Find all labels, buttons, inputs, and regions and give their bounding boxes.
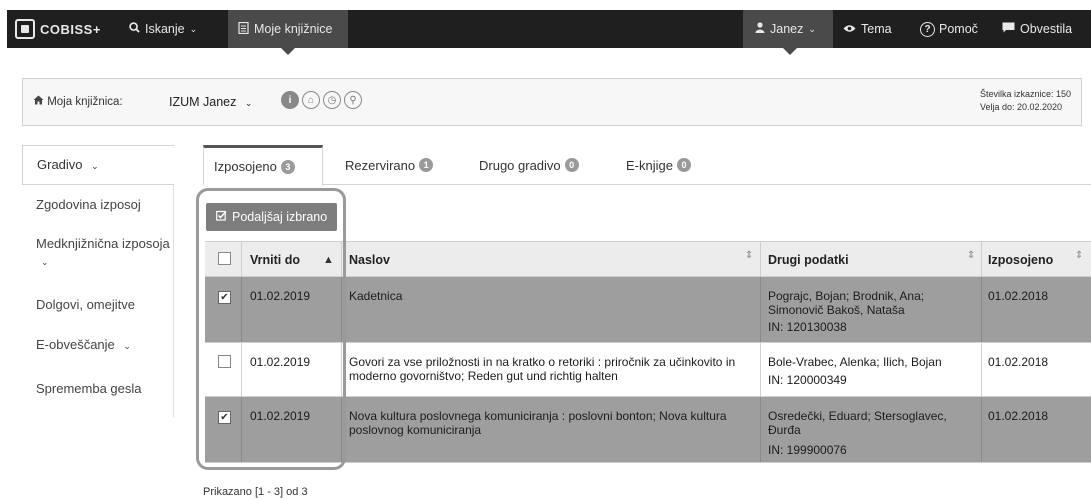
count-badge: 1 [419, 158, 434, 172]
tab-borrowed[interactable]: Izposojeno 3 [203, 145, 323, 186]
eye-icon [843, 22, 856, 36]
sidebar-item-interlibrary-loan[interactable]: Medknjižnična izposoja ⌄ [22, 225, 173, 283]
library-name: IZUM Janez [169, 95, 237, 109]
tab-other-material[interactable]: Drugo gradivo 0 [479, 145, 579, 185]
chevron-down-icon: ⌄ [41, 257, 49, 267]
my-libraries-menu[interactable]: Moje knjižnice [228, 10, 348, 48]
notices-menu[interactable]: Obvestila [1002, 10, 1072, 48]
search-menu[interactable]: Iskanje ⌄ [129, 10, 197, 48]
card-info: Številka izkaznice: 150 Velja do: 20.02.… [980, 88, 1071, 114]
tab-label: Izposojeno [214, 159, 277, 174]
highlight-frame [196, 188, 346, 470]
theme-label: Tema [861, 22, 892, 36]
authors-line: Simonovič Bakoš, Nataša [768, 303, 905, 317]
column-header-loaned[interactable]: Izposojeno [988, 253, 1053, 267]
active-user-pointer [783, 48, 797, 55]
tab-e-books[interactable]: E-knjige 0 [626, 145, 691, 185]
tab-reserved[interactable]: Rezervirano 1 [345, 145, 434, 185]
my-libraries-label: Moje knjižnice [254, 22, 333, 36]
search-menu-label: Iskanje [145, 22, 185, 36]
help-label: Pomoč [939, 22, 978, 36]
clock-icon[interactable]: ◷ [323, 91, 341, 109]
chevron-down-icon: ⌄ [244, 98, 253, 108]
loaned-date: 01.02.2018 [988, 289, 1049, 303]
notices-label: Obvestila [1020, 22, 1073, 36]
sidebar-item-gradivo[interactable]: Gradivo ⌄ [22, 145, 174, 185]
sort-icon[interactable]: ⇕ [1075, 250, 1083, 261]
chevron-down-icon: ⌄ [91, 161, 99, 171]
tab-label: Drugo gradivo [479, 157, 561, 173]
count-badge: 3 [280, 159, 295, 174]
sidebar-item-label: Medknjižnična izposoja [36, 236, 170, 251]
user-menu[interactable]: Janez ⌄ [743, 10, 833, 48]
speech-bubble-icon [1002, 22, 1015, 36]
sidebar-item-label: Zgodovina izposoj [36, 197, 141, 212]
title-link[interactable]: Kadetnica [349, 289, 739, 303]
top-navigation-bar: COBISS+ Iskanje ⌄ Moje knjižnice Janez ⌄… [7, 10, 1091, 55]
loaned-date: 01.02.2018 [988, 355, 1049, 369]
my-library-label: Moja knjižnica: [33, 95, 123, 108]
loaned-date: 01.02.2018 [988, 409, 1049, 423]
active-menu-pointer [281, 48, 295, 55]
tab-label: E-knjige [626, 157, 673, 173]
sidebar-item-label: Sprememba gesla [36, 381, 142, 396]
authors-line: Osredečki, Eduard; Stersoglavec, [768, 409, 947, 423]
library-bar: Moja knjižnica: IZUM Janez ⌄ i ⌂ ◷ ⚲ Šte… [22, 78, 1082, 126]
question-icon: ? [920, 21, 935, 37]
column-header-label: Naslov [349, 253, 390, 267]
chevron-down-icon: ⌄ [189, 23, 198, 34]
home-icon[interactable]: ⌂ [302, 91, 320, 109]
sidebar-item-label: E-obveščanje [36, 337, 115, 352]
sidebar-item-label: Gradivo [37, 157, 83, 172]
sidebar-item-loan-history[interactable]: Zgodovina izposoj [22, 185, 173, 225]
chevron-down-icon: ⌄ [808, 23, 816, 34]
cobiss-logo[interactable]: COBISS+ [15, 10, 101, 48]
item-id: IN: 199900076 [768, 443, 847, 457]
library-selector[interactable]: IZUM Janez ⌄ [169, 95, 252, 109]
authors-line: Pograjc, Bojan; Brodnik, Ana; [768, 289, 925, 303]
sidebar-item-change-password[interactable]: Sprememba gesla [22, 369, 173, 417]
column-header-label: Drugi podatki [768, 253, 849, 267]
other-info: Bole-Vrabec, Alenka; Ilich, Bojan IN: 12… [768, 355, 968, 387]
user-name: Janez [770, 22, 804, 36]
column-header-other[interactable]: Drugi podatki [768, 253, 968, 267]
other-info: Pograjc, Bojan; Brodnik, Ana; Simonovič … [768, 289, 968, 334]
column-header-label: Izposojeno [988, 253, 1054, 267]
user-icon [755, 22, 765, 36]
location-pin-icon[interactable]: ⚲ [344, 91, 362, 109]
title-link[interactable]: Nova kultura poslovnega komuniciranja : … [349, 409, 739, 437]
sidebar-menu: Zgodovina izposoj Medknjižnična izposoja… [22, 185, 174, 417]
card-number: Številka izkaznice: 150 [979, 89, 1071, 99]
card-valid-until: Velja do: 20.02.2020 [979, 102, 1063, 112]
material-tabs: Izposojeno 3 Rezervirano 1 Drugo gradivo… [203, 145, 1091, 186]
search-icon [129, 22, 140, 36]
logo-text: COBISS+ [40, 21, 101, 37]
sidebar-item-e-notifications[interactable]: E-obveščanje ⌄ [22, 327, 173, 369]
pagination-info: Prikazano [1 - 3] od 3 [203, 486, 308, 498]
sort-icon[interactable]: ⇕ [967, 250, 975, 261]
help-menu[interactable]: ? Pomoč [920, 10, 978, 48]
sidebar: Gradivo ⌄ Zgodovina izposoj Medknjižničn… [22, 145, 174, 417]
info-icon[interactable]: i [281, 91, 299, 109]
count-badge: 0 [564, 158, 579, 172]
my-library-label-text: Moja knjižnica: [47, 96, 123, 108]
library-icons: i ⌂ ◷ ⚲ [281, 91, 362, 109]
count-badge: 0 [676, 158, 691, 172]
document-icon [238, 21, 249, 37]
chevron-down-icon: ⌄ [123, 341, 131, 351]
other-info: Osredečki, Eduard; Stersoglavec, Đurđa I… [768, 409, 968, 457]
item-id: IN: 120130038 [768, 320, 847, 334]
home-icon [33, 95, 47, 108]
item-id: IN: 120000349 [768, 373, 847, 387]
title-link[interactable]: Govori za vse priložnosti in na kratko o… [349, 355, 739, 383]
sidebar-item-label: Dolgovi, omejitve [36, 297, 135, 312]
authors-line: Bole-Vrabec, Alenka; Ilich, Bojan [768, 355, 942, 369]
authors-line: Đurđa [768, 423, 801, 437]
sort-icon[interactable]: ⇕ [745, 250, 753, 261]
sidebar-item-debts[interactable]: Dolgovi, omejitve [22, 283, 173, 327]
tab-label: Rezervirano [345, 157, 416, 173]
column-header-title[interactable]: Naslov [349, 253, 739, 267]
theme-menu[interactable]: Tema [843, 10, 892, 48]
cobiss-logo-icon [15, 19, 35, 39]
